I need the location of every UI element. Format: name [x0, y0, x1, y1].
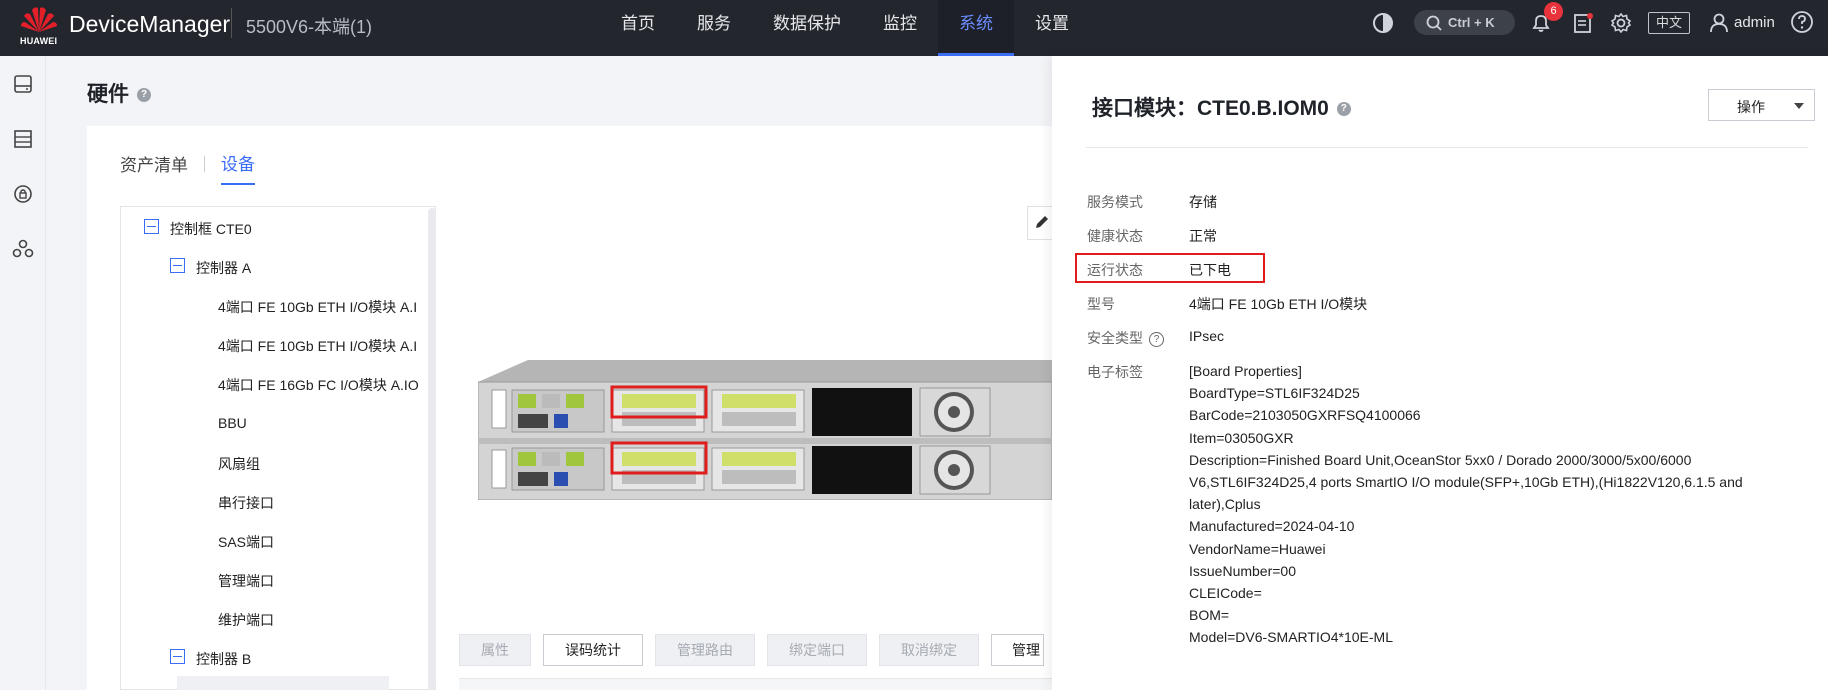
cluster-icon[interactable]: [12, 238, 34, 260]
tree-item-maint[interactable]: 维护端口: [218, 610, 274, 630]
gear-icon[interactable]: [1610, 12, 1632, 34]
nav-services[interactable]: 服务: [676, 0, 752, 56]
prop-value-service-mode: 存储: [1189, 194, 1217, 210]
elabel-line: Item=03050GXR: [1189, 429, 1294, 446]
logo-text: HUAWEI: [20, 36, 58, 46]
operations-dropdown[interactable]: 操作: [1708, 89, 1815, 121]
elabel-line: Model=DV6-SMARTIO4*10E-ML: [1189, 629, 1393, 646]
pencil-icon: [1036, 216, 1048, 228]
detail-panel: 接口模块：CTE0.B.IOM0? 操作 服务模式 存储 健康状态 正常 运行状…: [1052, 56, 1828, 690]
tab-divider: [204, 155, 205, 172]
elabel-line: [Board Properties]: [1189, 363, 1302, 379]
tree-item-sas[interactable]: SAS端口: [218, 532, 274, 552]
elabel-line: Description=Finished Board Unit,OceanSto…: [1189, 451, 1743, 513]
caret-down-icon: [1794, 103, 1804, 109]
notification-badge: 6: [1544, 2, 1563, 21]
security-icon[interactable]: [12, 183, 34, 205]
page-title-text: 硬件: [87, 83, 129, 106]
tree-collapse-icon[interactable]: [170, 649, 185, 664]
elabel-line: CLEICode=: [1189, 585, 1262, 602]
task-list-icon[interactable]: [1572, 12, 1594, 34]
prop-value-health: 正常: [1189, 228, 1217, 244]
port-table-header: [459, 678, 1052, 690]
tree-item-controller-b[interactable]: 控制器 B: [196, 649, 251, 669]
tree-item-iom-1[interactable]: 4端口 FE 10Gb ETH I/O模块 A.I: [218, 297, 417, 317]
device-name[interactable]: 5500V6-本端(1): [246, 13, 372, 39]
chassis-illustration: [478, 360, 1052, 500]
disk-icon[interactable]: [12, 73, 34, 95]
security-type-text: 安全类型: [1087, 330, 1143, 346]
tree-collapse-icon[interactable]: [144, 219, 159, 234]
action-bar: 属性 误码统计 管理路由 绑定端口 取消绑定 管理: [459, 634, 1044, 666]
tree-collapse-icon[interactable]: [170, 258, 185, 273]
left-rail: [0, 56, 46, 690]
tree-selected-row: [177, 676, 389, 690]
panel-title: 接口模块：CTE0.B.IOM0?: [1092, 92, 1351, 122]
prop-label-service-mode: 服务模式: [1087, 194, 1143, 210]
nav-monitor[interactable]: 监控: [862, 0, 938, 56]
panel-divider: [1086, 147, 1808, 148]
elabel-line: IssueNumber=00: [1189, 562, 1297, 579]
tree-item-iom-2[interactable]: 4端口 FE 10Gb ETH I/O模块 A.I: [218, 336, 417, 356]
question-icon[interactable]: ?: [1149, 331, 1164, 347]
elabel-line: BarCode=2103050GXRFSQ4100066: [1189, 407, 1421, 424]
tree-item-cte0[interactable]: 控制框 CTE0: [170, 219, 252, 239]
tree-item-iom-3[interactable]: 4端口 FE 16Gb FC I/O模块 A.IO: [218, 375, 419, 395]
prop-label-health: 健康状态: [1087, 228, 1143, 244]
prop-label-security-type: 安全类型?: [1087, 328, 1164, 348]
nav-home[interactable]: 首页: [600, 0, 676, 56]
panel-help-icon[interactable]: ?: [1336, 102, 1351, 117]
nav-settings[interactable]: 设置: [1014, 0, 1090, 56]
operations-label: 操作: [1737, 99, 1765, 115]
app-title: DeviceManager: [69, 11, 231, 37]
tab-asset-list[interactable]: 资产清单: [120, 151, 188, 184]
nav-data-protection[interactable]: 数据保护: [752, 0, 862, 56]
elabel-line: BoardType=STL6IF324D25: [1189, 385, 1360, 402]
prop-label-electronic-label: 电子标签: [1087, 364, 1143, 380]
nav-system[interactable]: 系统: [938, 0, 1014, 56]
language-switch[interactable]: 中文: [1648, 12, 1690, 34]
tree-item-controller-a[interactable]: 控制器 A: [196, 258, 251, 278]
tree-scrollbar[interactable]: [428, 208, 436, 690]
top-bar: HUAWEI DeviceManager 5500V6-本端(1) 首页 服务 …: [0, 0, 1828, 56]
manage-route-button[interactable]: 管理路由: [655, 634, 755, 666]
device-tree: 控制框 CTE0 控制器 A 4端口 FE 10Gb ETH I/O模块 A.I…: [120, 206, 436, 690]
tree-item-serial[interactable]: 串行接口: [218, 493, 274, 513]
tree-item-fan[interactable]: 风扇组: [218, 454, 260, 474]
search-shortcut: Ctrl + K: [1448, 15, 1495, 30]
prop-value-model: 4端口 FE 10Gb ETH I/O模块: [1189, 296, 1368, 312]
elabel-line: BOM=: [1189, 607, 1230, 624]
user-icon[interactable]: [1708, 12, 1730, 34]
hardware-tabs: 资产清单 设备: [120, 150, 255, 185]
electronic-label-content: [Board Properties] BoardType=STL6IF324D2…: [1189, 360, 1799, 649]
bit-error-stats-button[interactable]: 误码统计: [543, 634, 643, 666]
elabel-line: Manufactured=2024-04-10: [1189, 518, 1355, 535]
running-status-highlight: [1075, 253, 1265, 283]
main-nav: 首页 服务 数据保护 监控 系统 设置: [600, 0, 1090, 56]
help-icon[interactable]: [1790, 10, 1814, 34]
tree-item-mgmt[interactable]: 管理端口: [218, 571, 274, 591]
tree-item-bbu[interactable]: BBU: [218, 415, 247, 431]
search-button[interactable]: Ctrl + K: [1414, 10, 1515, 35]
properties-button[interactable]: 属性: [459, 634, 531, 666]
panel-title-text: 接口模块：CTE0.B.IOM0: [1092, 97, 1329, 120]
search-icon: [1426, 15, 1442, 31]
prop-value-security-type: IPsec: [1189, 328, 1225, 344]
tab-device[interactable]: 设备: [221, 150, 255, 185]
page-help-icon[interactable]: ?: [137, 88, 151, 103]
storage-icon[interactable]: [12, 128, 34, 150]
bind-port-button[interactable]: 绑定端口: [767, 634, 867, 666]
prop-label-model: 型号: [1087, 296, 1115, 312]
page-title: 硬件?: [87, 78, 151, 108]
title-divider: [231, 8, 232, 38]
user-name[interactable]: admin: [1734, 14, 1775, 31]
theme-icon[interactable]: [1372, 12, 1394, 34]
manage-button[interactable]: 管理: [991, 634, 1044, 666]
unbind-button[interactable]: 取消绑定: [879, 634, 979, 666]
elabel-line: VendorName=Huawei: [1189, 540, 1326, 557]
